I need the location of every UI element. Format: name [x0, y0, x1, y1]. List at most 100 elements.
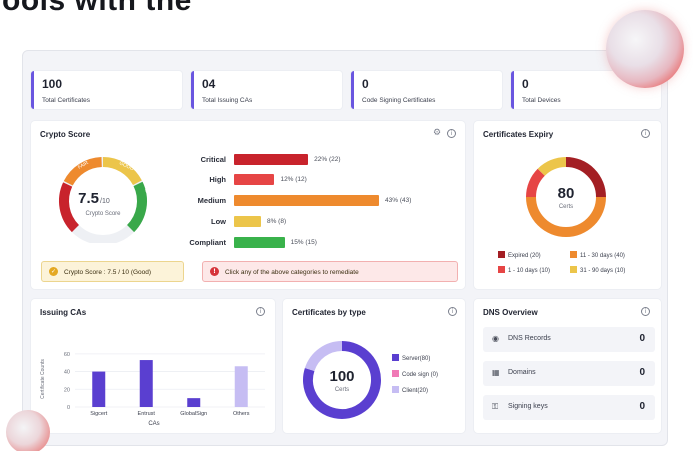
legend-label: 11 - 30 days (40)	[580, 253, 625, 260]
globe-icon: ◉	[492, 334, 499, 343]
stat-label: Total Devices	[522, 97, 561, 104]
legend-swatch	[392, 370, 399, 377]
expiry-donut-slice[interactable]	[526, 196, 606, 237]
expiry-donut-slice[interactable]	[537, 157, 567, 176]
severity-value: 22% (22)	[314, 156, 341, 163]
key-icon: ⚿	[492, 402, 499, 411]
severity-label: Compliant	[189, 238, 226, 247]
expiry-donut-slice[interactable]	[526, 168, 545, 198]
legend-label: Server(80)	[402, 356, 431, 363]
type-donut: 100 Certs	[303, 341, 381, 419]
dns-overview-card: DNS Overview i ◉ DNS Records 0 ▦ Domains…	[474, 299, 661, 433]
stat-value: 04	[202, 77, 216, 91]
score-gauge: POOR FAIR GOOD EXCELLENT 7.5 /10 Crypto …	[49, 157, 156, 243]
certificates-by-type-card: Certificates by type i 100 Certs Server(…	[283, 299, 465, 433]
expiry-legend-11-30: 11 - 30 days (40)	[570, 251, 625, 260]
chart-bar-globalsign[interactable]	[187, 398, 201, 407]
stat-value: 0	[522, 77, 529, 91]
legend-swatch	[392, 354, 399, 361]
remediate-text: Click any of the above categories to rem…	[225, 269, 359, 276]
gear-icon[interactable]: ⚙	[433, 129, 441, 138]
remediate-pill[interactable]: ! Click any of the above categories to re…	[202, 261, 458, 282]
stat-value: 100	[42, 77, 63, 91]
severity-row-critical[interactable]: Critical 22% (22)	[174, 154, 434, 166]
legend-swatch	[392, 386, 399, 393]
severity-row-high[interactable]: High 12% (12)	[174, 174, 434, 186]
info-icon[interactable]: i	[256, 307, 265, 316]
stat-total-certificates[interactable]: 100 Total Certificates	[31, 71, 182, 109]
legend-swatch	[570, 266, 577, 273]
info-icon[interactable]: i	[447, 129, 456, 138]
chart-ytick-label: 20	[64, 387, 70, 393]
legend-label: Client(20)	[402, 388, 429, 395]
dns-row-domains[interactable]: ▦ Domains 0	[483, 361, 655, 386]
stat-value: 0	[362, 77, 369, 91]
severity-row-compliant[interactable]: Compliant 15% (15)	[174, 237, 434, 249]
severity-label: Low	[211, 217, 226, 226]
domains-icon: ▦	[492, 368, 500, 377]
legend-swatch	[570, 251, 577, 258]
severity-row-medium[interactable]: Medium 43% (43)	[174, 195, 434, 207]
type-legend-code-sign: Code sign (0)	[392, 370, 438, 378]
decorative-orb	[6, 410, 50, 451]
issuing-cas-chart: Certificate Counts 0 20 40 60 Sigcert Entrus…	[40, 352, 265, 427]
info-icon[interactable]: i	[641, 307, 650, 316]
donut-center-label: Certs	[559, 204, 573, 210]
severity-bars: Critical 22% (22) High 12% (12) Medium 4…	[174, 154, 444, 254]
chart-bar-others[interactable]	[234, 366, 248, 407]
severity-label: High	[209, 175, 226, 184]
legend-swatch	[498, 266, 505, 273]
legend-label: 31 - 90 days (10)	[580, 268, 626, 275]
dns-row-signing-keys[interactable]: ⚿ Signing keys 0	[483, 395, 655, 420]
donut-center-value: 100	[329, 368, 354, 385]
chart-xtick-label: GlobalSign	[180, 411, 207, 417]
expiry-legend-expired: Expired (20)	[498, 251, 541, 260]
info-icon[interactable]: i	[641, 129, 650, 138]
chart-xtick-label: Others	[233, 411, 250, 417]
score-suffix: /10	[100, 198, 110, 205]
gauge-segment-poor	[59, 182, 80, 233]
card-title: Issuing CAs	[40, 308, 87, 317]
severity-row-low[interactable]: Low 8% (8)	[174, 216, 434, 228]
severity-value: 15% (15)	[290, 239, 317, 246]
type-legend-client: Client(20)	[392, 386, 429, 395]
severity-bar-fill	[234, 154, 309, 165]
info-icon[interactable]: i	[448, 307, 457, 316]
severity-label: Medium	[197, 196, 226, 205]
chart-xtick-label: Entrust	[138, 411, 156, 417]
screenshot-root: ools with the 100 Total Certificates 04 …	[0, 0, 693, 451]
stat-code-signing[interactable]: 0 Code Signing Certificates	[351, 71, 502, 109]
chart-ytick-label: 0	[67, 405, 70, 411]
legend-label: Expired (20)	[508, 253, 541, 260]
expiry-legend-31-90: 31 - 90 days (10)	[570, 266, 626, 275]
score-status-pill: ✓ Crypto Score : 7.5 / 10 (Good)	[41, 261, 184, 282]
chart-ytick-label: 40	[64, 370, 70, 376]
dns-row-records[interactable]: ◉ DNS Records 0	[483, 327, 655, 352]
dns-row-value: 0	[639, 367, 645, 378]
card-title: DNS Overview	[483, 308, 538, 317]
chart-ytick-label: 60	[64, 352, 70, 358]
dns-row-label: Signing keys	[508, 403, 548, 410]
stat-issuing-cas[interactable]: 04 Total Issuing CAs	[191, 71, 342, 109]
severity-value: 8% (8)	[266, 218, 287, 225]
severity-label: Critical	[200, 155, 226, 164]
crypto-score-card: Crypto Score ⚙ i POOR FAIR GOOD EXCELLEN…	[31, 121, 465, 289]
donut-center-value: 80	[558, 185, 575, 202]
chart-bar-sigcert[interactable]	[92, 371, 106, 407]
chart-xlabel: CAs	[148, 421, 159, 427]
severity-value: 12% (12)	[280, 176, 307, 183]
card-title: Crypto Score	[40, 130, 91, 139]
page-headline: ools with the	[2, 0, 192, 17]
type-donut-slice[interactable]	[304, 341, 343, 372]
alert-icon: !	[210, 266, 219, 276]
severity-bar-fill	[234, 174, 275, 185]
expiry-donut: 80 Certs	[526, 157, 606, 237]
chart-bar-entrust[interactable]	[139, 360, 153, 407]
decorative-orb	[606, 10, 684, 88]
card-title: Certificates Expiry	[483, 130, 554, 139]
legend-label: 1 - 10 days (10)	[508, 268, 551, 275]
dns-row-label: DNS Records	[508, 335, 551, 342]
gauge-segment-excellent	[126, 181, 147, 233]
dns-row-value: 0	[639, 401, 645, 412]
certificates-expiry-card: Certificates Expiry i 80 Certs Expired (…	[474, 121, 661, 289]
